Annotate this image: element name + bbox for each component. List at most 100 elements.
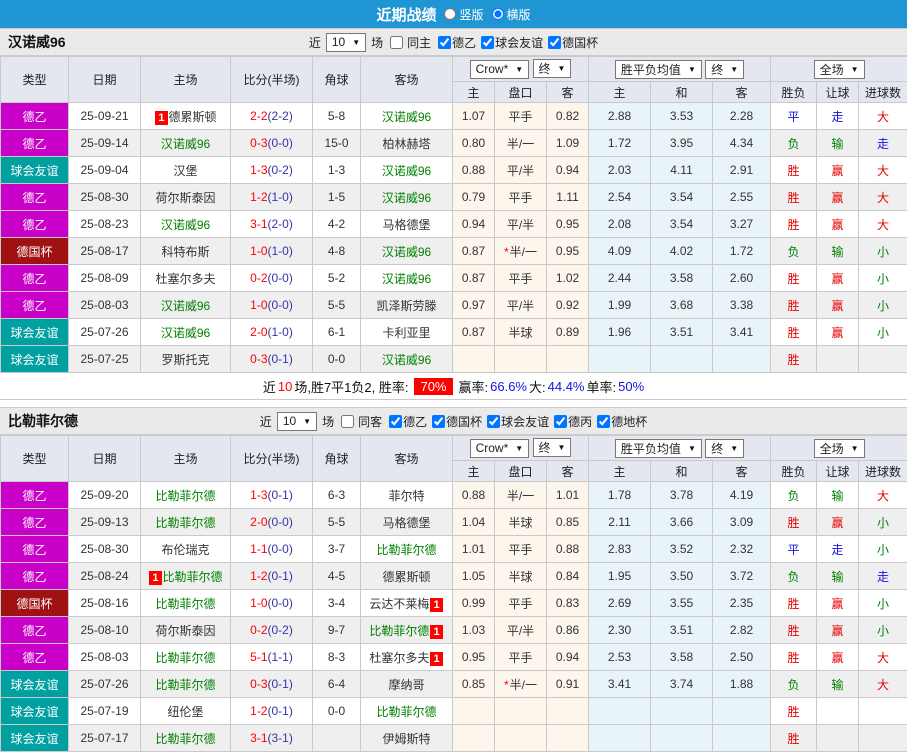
handicap-result-cell bbox=[816, 697, 860, 725]
filter-option[interactable]: 德丙 bbox=[554, 413, 592, 430]
layout-option-vertical[interactable]: 竖版 bbox=[444, 6, 484, 23]
team-name: 伊姆斯特 bbox=[382, 731, 431, 746]
table-row: 球会友谊 25-07-19 纽伦堡 1-2(0-1) 0-0 比勒菲尔德胜 bbox=[0, 697, 907, 725]
filter-option[interactable]: 德乙 bbox=[389, 413, 427, 430]
big-rate-value: 44.4% bbox=[547, 378, 585, 394]
layout-option-horizontal[interactable]: 横版 bbox=[491, 6, 531, 23]
result-cell: 胜 bbox=[770, 724, 818, 752]
odds-final-select[interactable]: 终 ▼ bbox=[532, 438, 572, 458]
result-cell: 胜 bbox=[770, 643, 818, 671]
handicap-cell: *半/一 bbox=[494, 670, 547, 698]
handicap-result-cell: 输 bbox=[816, 670, 860, 698]
team-name: 比勒菲尔德 bbox=[155, 731, 216, 746]
team-name: 汉堡 bbox=[173, 163, 198, 178]
team-name: 比勒菲尔德 bbox=[369, 623, 430, 638]
handicap-cell: 平/半 bbox=[494, 156, 547, 184]
subcol-avg-away: 客 bbox=[712, 81, 772, 103]
avg-away-cell: 2.28 bbox=[712, 102, 772, 130]
avg-odds-select[interactable]: 胜平负均值 ▼ bbox=[614, 438, 702, 458]
avg-home-cell: 2.44 bbox=[588, 264, 652, 292]
goals-result-cell: 大 bbox=[858, 670, 907, 698]
filter-checkbox[interactable] bbox=[481, 35, 495, 49]
halftime-score: (1-0) bbox=[267, 325, 293, 339]
same-venue-checkbox[interactable] bbox=[390, 35, 404, 49]
result-cell: 胜 bbox=[770, 183, 818, 211]
filter-option[interactable]: 德国杯 bbox=[432, 413, 482, 430]
avg-draw-cell: 4.11 bbox=[650, 156, 714, 184]
home-team-cell: 纽伦堡 bbox=[140, 697, 231, 725]
score-cell: 1-0(0-0) bbox=[230, 291, 313, 319]
avg-home-cell: 2.03 bbox=[588, 156, 652, 184]
fulltime-select[interactable]: 全场 ▼ bbox=[813, 59, 865, 79]
team-name: 云达不莱梅 bbox=[369, 596, 430, 611]
avg-home-cell: 4.09 bbox=[588, 237, 652, 265]
table-row: 球会友谊 25-07-25 罗斯托克 0-3(0-1) 0-0 汉诺威96 胜 bbox=[0, 345, 907, 373]
filter-checkbox[interactable] bbox=[432, 414, 446, 428]
handicap-result-cell: 赢 bbox=[816, 291, 860, 319]
bookmaker-select[interactable]: Crow* ▼ bbox=[469, 59, 530, 79]
same-venue-checkbox[interactable] bbox=[341, 414, 355, 428]
filter-checkbox[interactable] bbox=[554, 414, 568, 428]
horizontal-radio[interactable] bbox=[491, 8, 504, 20]
date-cell: 25-09-21 bbox=[68, 102, 141, 130]
avg-dropdown-group: 胜平负均值 ▼ 终 ▼ bbox=[588, 56, 772, 82]
filter-option[interactable]: 德乙 bbox=[438, 34, 476, 51]
fulltime-score: 5-1 bbox=[250, 650, 268, 664]
filter-option[interactable]: 球会友谊 bbox=[481, 34, 543, 51]
halftime-score: (0-0) bbox=[267, 136, 293, 150]
halftime-score: (2-0) bbox=[267, 217, 293, 231]
handicap-cell: 平手 bbox=[494, 183, 547, 211]
home-team-cell: 荷尔斯泰因 bbox=[140, 616, 231, 644]
corner-cell: 3-7 bbox=[312, 535, 361, 563]
avg-odds-select[interactable]: 胜平负均值 ▼ bbox=[614, 59, 702, 79]
home-odds-cell: 0.97 bbox=[452, 291, 495, 319]
same-venue-option[interactable]: 同客 bbox=[341, 413, 382, 430]
handicap-cell: 平手 bbox=[494, 535, 547, 563]
filter-checkbox[interactable] bbox=[389, 414, 403, 428]
bookmaker-select[interactable]: Crow* ▼ bbox=[469, 438, 530, 458]
avg-home-cell: 2.88 bbox=[588, 102, 652, 130]
goals-result-cell: 走 bbox=[858, 129, 907, 157]
handicap-cell: 半球 bbox=[494, 508, 547, 536]
vertical-radio[interactable] bbox=[444, 8, 457, 20]
filter-option[interactable]: 德国杯 bbox=[548, 34, 598, 51]
subcol-goals: 进球数 bbox=[858, 460, 907, 482]
title-bar: 近期战绩 竖版 横版 bbox=[0, 0, 907, 28]
recent-count-select[interactable]: 10 ▼ bbox=[325, 32, 367, 52]
home-odds-cell: 1.01 bbox=[452, 535, 495, 563]
red-1-badge: 1 bbox=[155, 110, 168, 125]
team-name: 汉诺威96 bbox=[381, 109, 432, 124]
fulltime-score: 1-0 bbox=[250, 298, 268, 312]
recent-count-select[interactable]: 10 ▼ bbox=[276, 411, 318, 431]
halftime-score: (1-1) bbox=[267, 650, 293, 664]
result-cell: 平 bbox=[770, 535, 818, 563]
odds-final-select[interactable]: 终 ▼ bbox=[532, 59, 572, 79]
subcol-handicap: 盘口 bbox=[494, 460, 547, 482]
team-name: 汉诺威96 bbox=[381, 163, 432, 178]
avg-draw-cell: 3.55 bbox=[650, 589, 714, 617]
home-odds-cell bbox=[452, 345, 495, 373]
date-cell: 25-08-30 bbox=[68, 535, 141, 563]
away-odds-cell: 1.09 bbox=[545, 129, 590, 157]
filter-checkbox[interactable] bbox=[597, 414, 611, 428]
avg-home-cell: 1.95 bbox=[588, 562, 652, 590]
filter-checkbox[interactable] bbox=[548, 35, 562, 49]
filter-option[interactable]: 球会友谊 bbox=[487, 413, 549, 430]
same-venue-option[interactable]: 同主 bbox=[390, 34, 431, 51]
filter-label: 德乙 bbox=[452, 35, 477, 50]
filter-option[interactable]: 德地杯 bbox=[597, 413, 647, 430]
result-cell: 负 bbox=[770, 237, 818, 265]
corner-cell: 1-3 bbox=[312, 156, 361, 184]
halftime-score: (0-2) bbox=[267, 163, 293, 177]
avg-away-cell: 3.09 bbox=[712, 508, 772, 536]
fulltime-select[interactable]: 全场 ▼ bbox=[813, 438, 865, 458]
team-name: 荷尔斯泰因 bbox=[155, 190, 216, 205]
away-team-cell: 卡利亚里 bbox=[360, 318, 453, 346]
avg-home-cell bbox=[588, 697, 652, 725]
date-cell: 25-08-03 bbox=[68, 291, 141, 319]
filter-checkbox[interactable] bbox=[438, 35, 452, 49]
avg-final-select[interactable]: 终 ▼ bbox=[705, 438, 745, 458]
chevron-down-icon: ▼ bbox=[730, 64, 739, 74]
avg-final-select[interactable]: 终 ▼ bbox=[705, 59, 745, 79]
filter-checkbox[interactable] bbox=[487, 414, 501, 428]
